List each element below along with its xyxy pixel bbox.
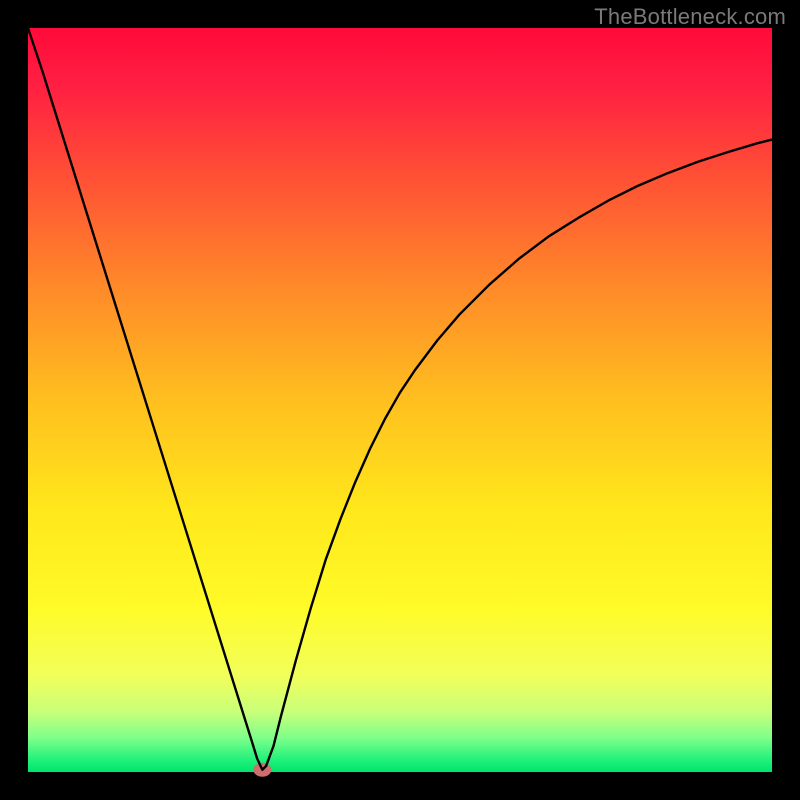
plot-background [28,28,772,772]
attribution-text: TheBottleneck.com [594,4,786,30]
chart-container: TheBottleneck.com [0,0,800,800]
bottleneck-chart [0,0,800,800]
